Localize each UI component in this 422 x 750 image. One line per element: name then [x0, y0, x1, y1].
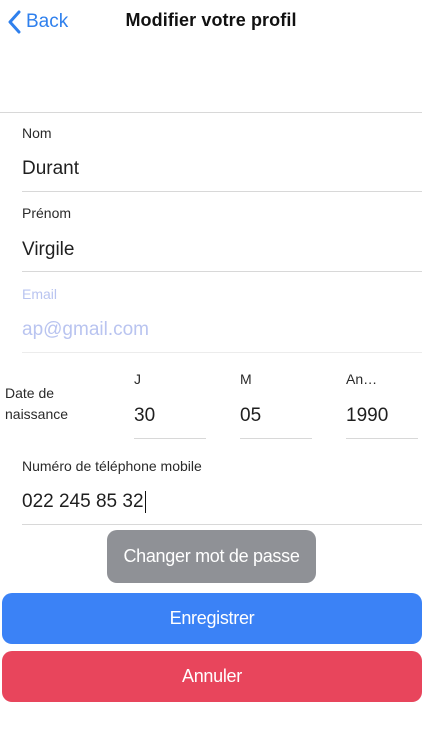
prenom-underline	[22, 271, 422, 272]
phone-value: 022 245 85 32	[22, 491, 144, 513]
prenom-field[interactable]: Virgile	[22, 239, 422, 261]
month-field[interactable]: 05	[240, 405, 312, 427]
header-bar: Back Modifier votre profil	[0, 0, 422, 44]
day-underline	[134, 438, 206, 439]
cancel-button[interactable]: Annuler	[2, 651, 422, 702]
month-underline	[240, 438, 312, 439]
email-label: Email	[22, 286, 58, 302]
birthdate-label: Date de naissance	[5, 385, 69, 422]
day-field[interactable]: 30	[134, 405, 206, 427]
day-label: J	[134, 371, 141, 387]
month-label: M	[240, 371, 252, 387]
header-divider	[0, 112, 422, 113]
save-button[interactable]: Enregistrer	[2, 593, 422, 644]
page-title: Modifier votre profil	[125, 10, 297, 30]
year-underline	[346, 438, 418, 439]
year-field[interactable]: 1990	[346, 405, 418, 427]
change-password-button[interactable]: Changer mot de passe	[107, 530, 316, 583]
nom-field[interactable]: Durant	[22, 158, 422, 180]
email-underline	[22, 352, 422, 353]
year-label: An…	[346, 371, 378, 387]
nom-underline	[22, 191, 422, 192]
email-field: ap@gmail.com	[22, 319, 149, 340]
text-cursor	[144, 491, 146, 513]
phone-field[interactable]: 022 245 85 32	[22, 491, 422, 513]
phone-label: Numéro de téléphone mobile	[22, 458, 202, 474]
prenom-label: Prénom	[22, 205, 72, 221]
phone-underline	[22, 524, 422, 525]
nom-label: Nom	[22, 125, 52, 141]
